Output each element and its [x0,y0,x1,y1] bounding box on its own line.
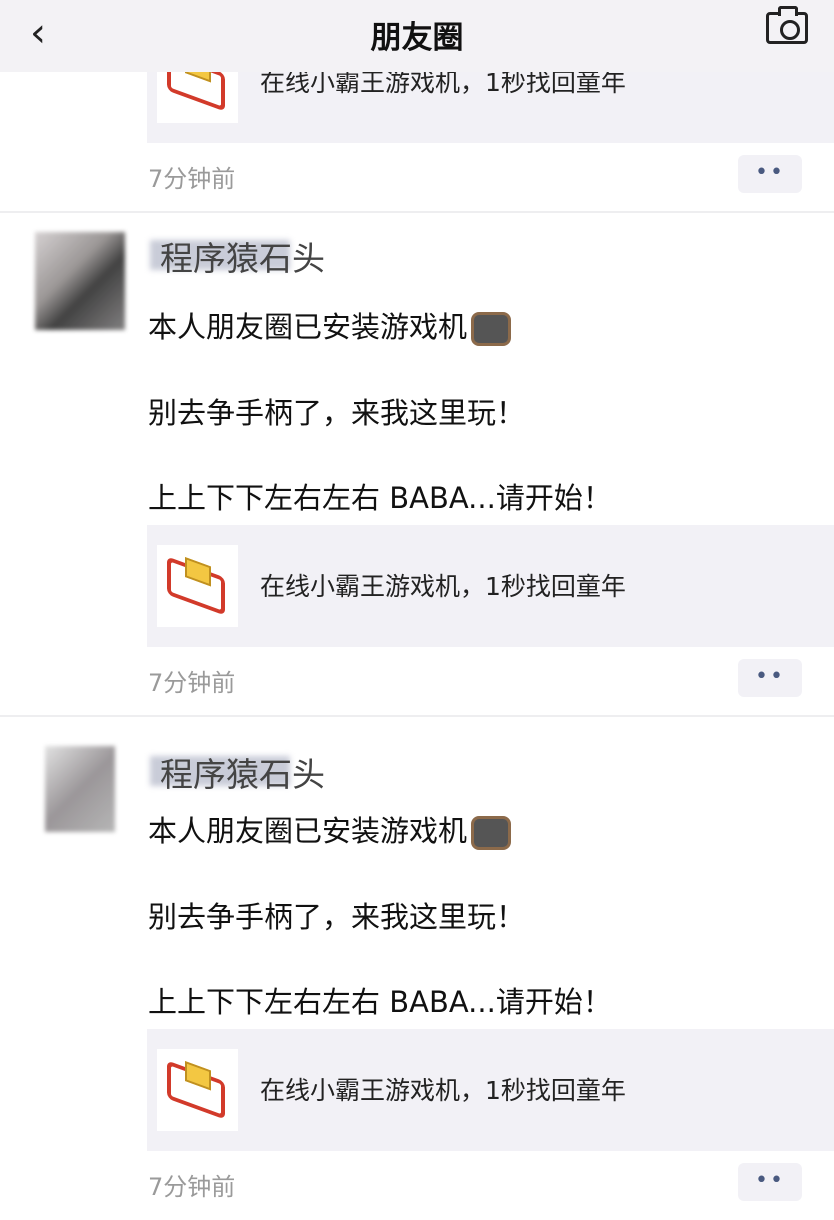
page-title: 朋友圈 [370,20,464,56]
post-text-line: 别去争手柄了，来我这里玩！ [148,900,526,934]
post-text-line: 本人朋友圈已安装游戏机 [148,304,512,346]
nav-bar: ‹ 朋友圈 [0,0,834,72]
more-button[interactable]: •• [738,155,802,193]
game-console-thumbnail [157,1049,238,1131]
author-name[interactable]: 程序猿石头 [150,232,325,280]
game-console-thumbnail [157,545,238,627]
author-name[interactable]: 程序猿石头 [150,748,325,796]
more-button[interactable]: •• [738,659,802,697]
post-time: 7分钟前 [148,1173,236,1201]
divider [0,715,834,717]
television-emoji-icon [471,312,512,346]
link-card-title: 在线小霸王游戏机，1秒找回童年 [260,572,626,601]
television-emoji-icon [471,816,512,850]
post-time: 7分钟前 [148,669,236,697]
more-button[interactable]: •• [738,1163,802,1201]
post-text-line: 本人朋友圈已安装游戏机 [148,808,512,850]
post-text-line: 上上下下左右左右 BABA...请开始！ [148,985,612,1019]
divider [0,211,834,213]
link-card-title: 在线小霸王游戏机，1秒找回童年 [260,1076,626,1105]
post-time: 7分钟前 [148,165,236,193]
link-card[interactable]: 在线小霸王游戏机，1秒找回童年 [147,1029,834,1151]
link-card[interactable]: 在线小霸王游戏机，1秒找回童年 [147,525,834,647]
avatar[interactable] [45,746,115,832]
author-name-text: 程序猿石头 [160,239,325,278]
avatar[interactable] [35,232,125,330]
game-console-icon [167,556,225,616]
author-name-text: 程序猿石头 [160,755,325,794]
post-text-line: 上上下下左右左右 BABA...请开始！ [148,481,612,515]
camera-icon[interactable] [766,6,808,44]
post-text-line: 别去争手柄了，来我这里玩！ [148,396,526,430]
game-console-icon [167,1060,225,1120]
